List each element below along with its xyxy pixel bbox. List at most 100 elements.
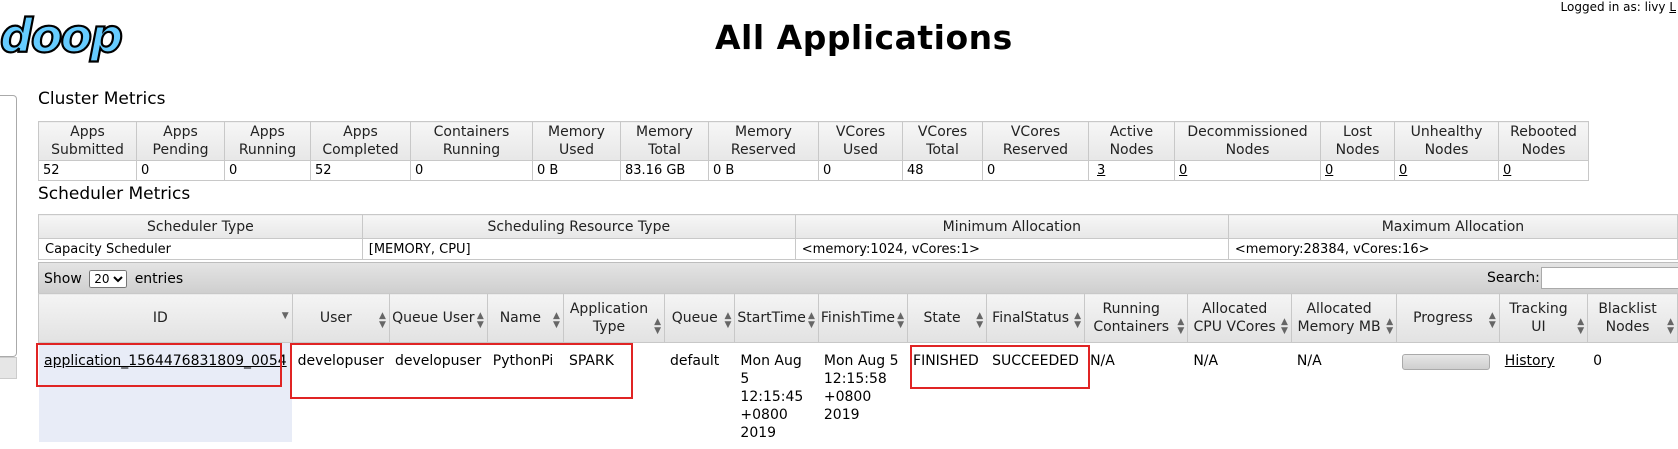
column-header-starttime[interactable]: StartTime ▲ ▼: [734, 293, 819, 343]
header-line-1: Allocated: [1306, 301, 1372, 317]
header-line-2: UI: [1531, 319, 1546, 335]
header-line-1: Queue User: [392, 310, 475, 326]
nodes-link[interactable]: 0: [1503, 163, 1511, 178]
cluster-metric-value: 0: [1498, 160, 1589, 181]
header-line-1: Lost: [1343, 124, 1372, 140]
sort-both-icon: ▲ ▼: [1667, 317, 1674, 336]
cluster-metric-value: 83.16 GB: [620, 160, 709, 181]
scheduler-value: <memory:1024, vCores:1>: [794, 238, 1229, 260]
cluster-metric-header-apps-submitted: Apps Submitted: [38, 121, 137, 161]
scheduler-value: [MEMORY, CPU]: [361, 238, 796, 260]
sidebar-nav[interactable]: [0, 95, 17, 357]
cluster-metric-header-active-nodes: Active Nodes: [1088, 121, 1175, 161]
nodes-link[interactable]: 0: [1179, 163, 1187, 178]
column-header-queue-user[interactable]: Queue User ▲ ▼: [388, 293, 488, 343]
cell-state: FINISHED: [907, 342, 987, 442]
cluster-metric-value: 0: [136, 160, 225, 181]
nodes-link[interactable]: 0: [1399, 163, 1407, 178]
header-line-1: Running: [1102, 301, 1160, 317]
header-line-1: Tracking: [1509, 301, 1568, 317]
column-header-user[interactable]: User ▲ ▼: [291, 293, 390, 343]
column-header-state[interactable]: State ▲ ▼: [907, 293, 988, 343]
column-header-finishtime[interactable]: FinishTime ▲ ▼: [817, 293, 909, 343]
header-line-2: Nodes: [1109, 142, 1154, 158]
sort-both-icon: ▲ ▼: [976, 311, 984, 330]
header-line-2: Nodes: [1424, 142, 1469, 158]
column-header-queue[interactable]: Queue ▲ ▼: [663, 293, 736, 343]
application-id-link[interactable]: application_1564476831809_0054: [44, 353, 287, 369]
column-header-application-type[interactable]: Application Type ▲ ▼: [562, 293, 666, 343]
cell-id: application_1564476831809_0054: [38, 342, 293, 442]
header-line-2: Memory MB: [1297, 319, 1381, 335]
cluster-metric-header-unhealthy-nodes: Unhealthy Nodes: [1394, 121, 1499, 161]
header-line-1: StartTime: [737, 310, 806, 326]
scheduler-metrics-heading: Scheduler Metrics: [38, 184, 191, 204]
cluster-metric-header-lost-nodes: Lost Nodes: [1320, 121, 1395, 161]
nodes-link[interactable]: 3: [1097, 163, 1105, 178]
header-line-2: Submitted: [51, 142, 124, 158]
column-header-progress[interactable]: Progress ▲ ▼: [1396, 293, 1500, 343]
cell-start-time: Mon Aug 5 12:15:45 +0800 2019: [734, 342, 819, 442]
column-header-allocated-memory-mb[interactable]: Allocated Memory MB ▲ ▼: [1290, 293, 1398, 343]
sort-both-icon: ▲ ▼: [476, 311, 484, 330]
nodes-link[interactable]: 0: [1325, 163, 1333, 178]
header-line-1: Blacklist: [1598, 301, 1657, 317]
column-header-allocated-cpu-vcores[interactable]: Allocated CPU VCores ▲ ▼: [1187, 293, 1292, 343]
cluster-metric-header-apps-completed: Apps Completed: [310, 121, 411, 161]
sort-both-icon: ▲ ▼: [1386, 317, 1394, 336]
sort-both-icon: ▲ ▼: [379, 311, 386, 330]
search-input[interactable]: [1541, 267, 1678, 289]
cell-type: SPARK: [562, 342, 665, 442]
history-link[interactable]: History: [1505, 353, 1555, 369]
sort-both-icon: ▲ ▼: [724, 311, 732, 330]
entries-label: entries: [134, 271, 184, 287]
page-size-control: Show 20 entries: [44, 270, 183, 288]
column-header-name[interactable]: Name ▲ ▼: [486, 293, 564, 343]
page-title: All Applications: [715, 18, 1013, 57]
cluster-metric-value: 0 B: [708, 160, 819, 181]
header-line-1: FinalStatus: [992, 310, 1070, 326]
cell-progress: [1396, 342, 1500, 442]
sort-both-icon: ▲ ▼: [1488, 311, 1496, 330]
sort-both-icon: ▲ ▼: [1177, 317, 1185, 336]
sort-both-icon: ▲ ▼: [654, 317, 661, 336]
header-line-1: VCores: [835, 124, 886, 140]
column-header-id[interactable]: ID ▼: [38, 293, 293, 343]
column-header-blacklist-nodes[interactable]: Blacklist Nodes ▲ ▼: [1587, 293, 1678, 343]
cluster-metric-header-vcores-total: VCores Total: [902, 121, 983, 161]
cluster-metric-value: 0 B: [532, 160, 621, 181]
login-status: Logged in as: livy L: [1561, 0, 1676, 14]
header-line-1: State: [923, 310, 961, 326]
column-header-tracking-ui[interactable]: Tracking UI ▲ ▼: [1498, 293, 1589, 343]
header-line-2: Pending: [152, 142, 209, 158]
cluster-metric-header-rebooted-nodes: Rebooted Nodes: [1498, 121, 1589, 161]
header-line-1: FinishTime: [820, 310, 896, 326]
cluster-metric-header-memory-used: Memory Used: [532, 121, 621, 161]
column-header-running-containers[interactable]: Running Containers ▲ ▼: [1084, 293, 1189, 343]
cluster-metric-value: 0: [1394, 160, 1499, 181]
sidebar-toggle[interactable]: [0, 357, 17, 379]
header-line-1: VCores: [1010, 124, 1061, 140]
cluster-metric-header-apps-pending: Apps Pending: [136, 121, 225, 161]
cluster-metric-value: 0: [982, 160, 1089, 181]
column-header-finalstatus[interactable]: FinalStatus ▲ ▼: [986, 293, 1086, 343]
sort-both-icon: ▲ ▼: [1577, 317, 1585, 336]
header-line-1: Containers: [433, 124, 510, 140]
cell-tracking-ui: History: [1498, 342, 1588, 442]
hadoop-logo: doop: [0, 8, 125, 64]
cluster-metric-header-memory-total: Memory Total: [620, 121, 709, 161]
sort-both-icon: ▲ ▼: [1280, 317, 1288, 336]
cluster-metric-value: 0: [1174, 160, 1321, 181]
header-line-1: User: [319, 310, 352, 326]
header-line-1: Apps: [343, 124, 378, 140]
cluster-metric-header-apps-running: Apps Running: [224, 121, 311, 161]
page-size-select[interactable]: 20: [89, 270, 128, 288]
logout-link[interactable]: L: [1669, 0, 1676, 14]
header-line-1: Active: [1109, 124, 1154, 140]
scheduler-header-minimum-allocation: Minimum Allocation: [794, 214, 1229, 239]
header-line-1: Unhealthy: [1410, 124, 1483, 140]
header-line-2: Type: [592, 319, 626, 335]
cluster-metrics-heading: Cluster Metrics: [38, 89, 166, 109]
header-line-1: Memory: [735, 124, 792, 140]
cluster-metric-value: 0: [224, 160, 311, 181]
